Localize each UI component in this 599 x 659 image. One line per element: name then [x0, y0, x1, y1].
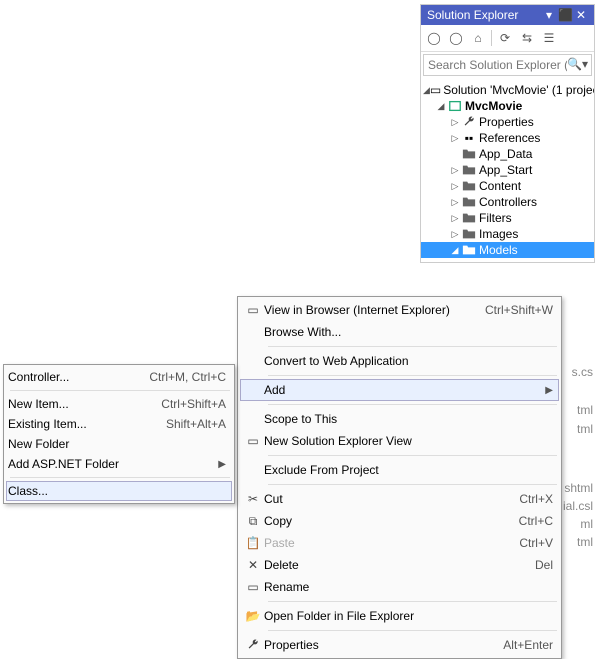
refresh-icon[interactable]: ⟳ [496, 29, 514, 47]
expand-icon[interactable]: ◢ [449, 245, 461, 256]
menu-delete[interactable]: ✕DeleteDel [240, 554, 559, 576]
tree-item-images[interactable]: ▷ Images [421, 226, 594, 242]
submenu-class[interactable]: Class... [6, 481, 232, 501]
tree-item-content[interactable]: ▷ Content [421, 178, 594, 194]
solution-tree: ◢ ▭ Solution 'MvcMovie' (1 project) ◢ Mv… [421, 78, 594, 262]
menu-properties[interactable]: PropertiesAlt+Enter [240, 634, 559, 656]
tree-item-appstart[interactable]: ▷ App_Start [421, 162, 594, 178]
tree-item-filters[interactable]: ▷ Filters [421, 210, 594, 226]
expand-icon[interactable]: ◢ [423, 85, 430, 96]
folder-icon [461, 195, 477, 209]
tree-item-appdata[interactable]: ▷ App_Data [421, 146, 594, 162]
menu-separator [268, 484, 557, 485]
tree-item-controllers[interactable]: ▷ Controllers [421, 194, 594, 210]
folder-open-icon: 📂 [242, 608, 264, 624]
tree-item-references[interactable]: ▷ ▪▪ References [421, 130, 594, 146]
project-node[interactable]: ◢ MvcMovie [421, 98, 594, 114]
menu-rename[interactable]: ▭Rename [240, 576, 559, 598]
home-icon[interactable]: ⌂ [469, 29, 487, 47]
menu-cut[interactable]: ✂CutCtrl+X [240, 488, 559, 510]
submenu-existing-item[interactable]: Existing Item...Shift+Alt+A [6, 414, 232, 434]
browser-icon: ▭ [242, 302, 264, 318]
window-icon: ▭ [242, 433, 264, 449]
menu-separator [10, 390, 230, 391]
menu-add[interactable]: Add▶ [240, 379, 559, 401]
solution-explorer-panel: Solution Explorer ▾ ⬛ ✕ ◯ ◯ ⌂ ⟳ ⇆ ☰ 🔍▾ ◢… [420, 4, 595, 263]
folder-icon [461, 179, 477, 193]
panel-title: Solution Explorer [427, 8, 518, 22]
menu-new-view[interactable]: ▭New Solution Explorer View [240, 430, 559, 452]
menu-convert[interactable]: Convert to Web Application [240, 350, 559, 372]
menu-exclude[interactable]: Exclude From Project [240, 459, 559, 481]
separator [491, 30, 492, 46]
menu-separator [268, 346, 557, 347]
search-box[interactable]: 🔍▾ [423, 54, 592, 76]
menu-separator [10, 477, 230, 478]
references-icon: ▪▪ [461, 131, 477, 145]
folder-icon [461, 211, 477, 225]
expand-icon[interactable]: ▷ [449, 197, 461, 208]
expand-icon[interactable]: ▷ [449, 213, 461, 224]
back-icon[interactable]: ◯ [425, 29, 443, 47]
expand-icon[interactable]: ▷ [449, 229, 461, 240]
submenu-new-item[interactable]: New Item...Ctrl+Shift+A [6, 394, 232, 414]
submenu-new-folder[interactable]: New Folder [6, 434, 232, 454]
tree-item-properties[interactable]: ▷ Properties [421, 114, 594, 130]
menu-separator [268, 404, 557, 405]
expand-icon[interactable]: ▷ [449, 117, 461, 128]
expand-icon[interactable]: ▷ [449, 133, 461, 144]
background-files: s.cs tml tml shtml ial.csl ml tml [563, 364, 593, 550]
copy-icon: ⧉ [242, 513, 264, 529]
folder-icon [461, 227, 477, 241]
expand-icon[interactable]: ▷ [449, 181, 461, 192]
expand-icon[interactable]: ▷ [449, 165, 461, 176]
menu-separator [268, 455, 557, 456]
folder-icon [461, 243, 477, 257]
solution-icon: ▭ [430, 83, 441, 97]
folder-icon [461, 147, 477, 161]
pin-icon[interactable]: ⬛ [558, 8, 572, 22]
folder-icon [461, 163, 477, 177]
close-icon[interactable]: ✕ [574, 8, 588, 22]
submenu-arrow-icon: ▶ [218, 459, 226, 470]
add-submenu: Controller...Ctrl+M, Ctrl+C New Item...C… [3, 364, 235, 504]
menu-copy[interactable]: ⧉CopyCtrl+C [240, 510, 559, 532]
menu-separator [268, 601, 557, 602]
submenu-arrow-icon: ▶ [545, 385, 553, 396]
menu-separator [268, 375, 557, 376]
dropdown-icon[interactable]: ▾ [542, 8, 556, 22]
wrench-icon [461, 115, 477, 129]
delete-icon: ✕ [242, 557, 264, 573]
panel-toolbar: ◯ ◯ ⌂ ⟳ ⇆ ☰ [421, 25, 594, 52]
menu-scope[interactable]: Scope to This [240, 408, 559, 430]
paste-icon: 📋 [242, 535, 264, 551]
tree-item-models[interactable]: ◢ Models [421, 242, 594, 258]
menu-separator [268, 630, 557, 631]
panel-titlebar: Solution Explorer ▾ ⬛ ✕ [421, 5, 594, 25]
search-icon[interactable]: 🔍▾ [567, 57, 588, 71]
project-icon [447, 99, 463, 113]
collapse-icon[interactable]: ☰ [540, 29, 558, 47]
solution-node[interactable]: ◢ ▭ Solution 'MvcMovie' (1 project) [421, 82, 594, 98]
expand-icon[interactable]: ◢ [435, 101, 447, 112]
cut-icon: ✂ [242, 491, 264, 507]
rename-icon: ▭ [242, 579, 264, 595]
submenu-controller[interactable]: Controller...Ctrl+M, Ctrl+C [6, 367, 232, 387]
sync-icon[interactable]: ⇆ [518, 29, 536, 47]
submenu-asp-folder[interactable]: Add ASP.NET Folder▶ [6, 454, 232, 474]
menu-view-browser[interactable]: ▭View in Browser (Internet Explorer)Ctrl… [240, 299, 559, 321]
forward-icon[interactable]: ◯ [447, 29, 465, 47]
menu-browse-with[interactable]: Browse With... [240, 321, 559, 343]
menu-open-folder[interactable]: 📂Open Folder in File Explorer [240, 605, 559, 627]
menu-paste: 📋PasteCtrl+V [240, 532, 559, 554]
wrench-icon [242, 637, 264, 653]
context-menu: ▭View in Browser (Internet Explorer)Ctrl… [237, 296, 562, 659]
